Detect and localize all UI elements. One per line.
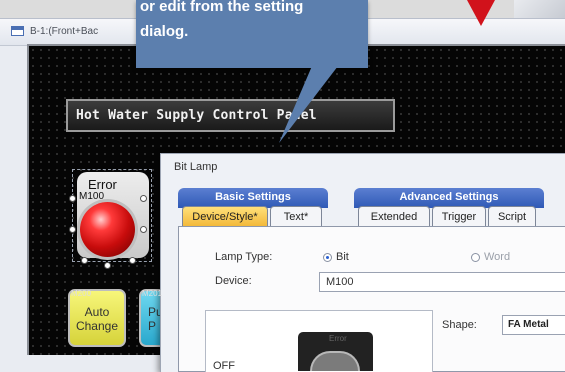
device-label: Device:	[215, 275, 252, 287]
device-field[interactable]: M100	[319, 272, 565, 292]
callout-text: or edit from the setting dialog.	[140, 0, 362, 44]
lamp-label: Error	[88, 177, 117, 192]
lamp-type-bit-label: Bit	[336, 251, 349, 263]
resize-handle[interactable]	[81, 257, 88, 264]
callout-line-2: dialog.	[140, 23, 189, 40]
lamp-type-label: Lamp Type:	[215, 251, 273, 263]
error-lamp[interactable]	[80, 202, 135, 257]
window-edge	[514, 0, 565, 20]
resize-handle[interactable]	[140, 226, 147, 233]
resize-handle[interactable]	[140, 195, 147, 202]
lamp-type-word-label: Word	[484, 251, 511, 263]
switch-label-line2: Change	[75, 319, 119, 333]
resize-handle[interactable]	[129, 257, 136, 264]
resize-handle[interactable]	[69, 195, 76, 202]
pointer-arrow-icon	[467, 0, 495, 26]
lamp-type-word-radio[interactable]	[471, 253, 480, 262]
switch-device-address: M200	[71, 289, 92, 298]
callout-line-1: or edit from the setting	[140, 0, 304, 15]
preview-state-label: OFF	[213, 360, 235, 372]
dialog-title: Bit Lamp	[174, 161, 218, 173]
resize-handle[interactable]	[104, 262, 111, 269]
lamp-device-address: M100	[79, 191, 105, 202]
tab-group-advanced-settings[interactable]: Advanced Settings	[354, 188, 544, 208]
window-icon	[11, 26, 24, 36]
shape-label: Shape:	[442, 319, 477, 331]
tab-script[interactable]: Script	[488, 206, 536, 226]
tab-extended[interactable]: Extended	[358, 206, 430, 226]
panel-title-text[interactable]: Hot Water Supply Control Panel	[66, 99, 395, 132]
tab-text[interactable]: Text*	[270, 206, 322, 226]
tab-device-style[interactable]: Device/Style*	[182, 206, 268, 226]
editor-title: B-1:(Front+Bac	[30, 26, 99, 37]
switch-device-address: M201	[142, 289, 163, 298]
shape-select[interactable]: FA Metal	[502, 315, 565, 335]
resize-handle[interactable]	[69, 226, 76, 233]
tab-trigger[interactable]: Trigger	[432, 206, 486, 226]
switch-label-line1: Auto	[84, 305, 110, 319]
lamp-type-bit-radio[interactable]	[323, 253, 332, 262]
tab-group-basic-settings[interactable]: Basic Settings	[178, 188, 328, 208]
preview-lamp-label: Error	[329, 334, 347, 343]
